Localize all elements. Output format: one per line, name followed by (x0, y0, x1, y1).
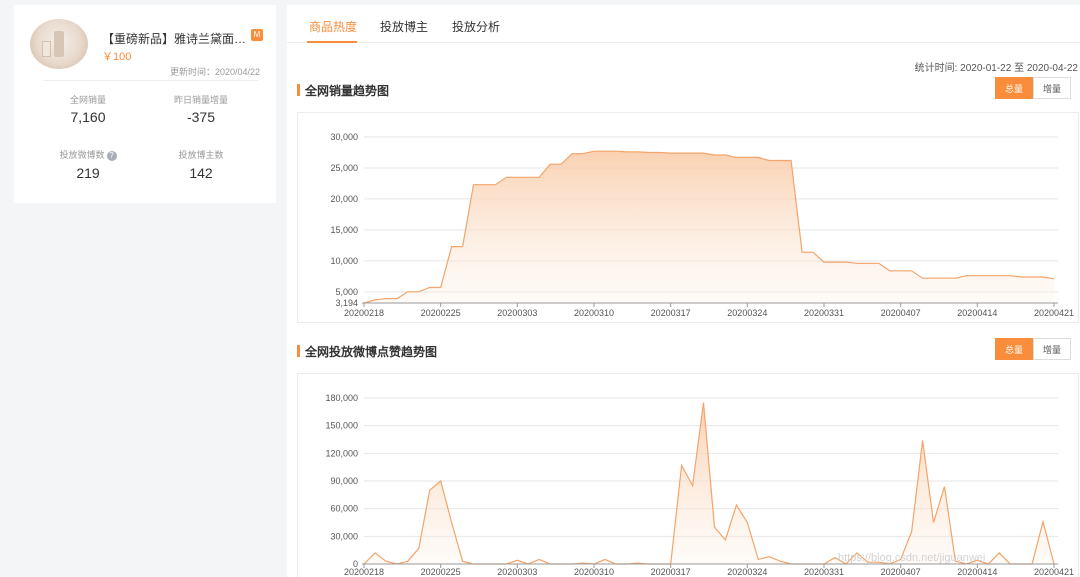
section-title-likes-text: 全网投放微博点赞趋势图 (305, 345, 438, 359)
y-tick-label: 20,000 (330, 194, 358, 204)
section-marker (297, 84, 300, 96)
product-box-shape (42, 41, 51, 57)
x-tick-label: 20200414 (957, 308, 997, 318)
x-tick-label: 20200324 (727, 567, 767, 577)
stat-value-total-sales: 7,160 (70, 109, 106, 125)
product-card[interactable]: 【重磅新品】雅诗兰黛面部... M ￥100 更新时间：2020/04/22 全… (14, 5, 276, 203)
watermark: https://blog.csdn.net/jiguanwei (838, 552, 986, 564)
section-title-sales: 全网销量趋势图 (297, 82, 389, 99)
stat-label-weibo-count-text: 投放微博数 (59, 150, 105, 160)
sales-increase-button[interactable]: 增量 (1033, 77, 1071, 99)
section-title-sales-text: 全网销量趋势图 (305, 84, 390, 98)
x-tick-label: 20200225 (421, 308, 461, 318)
product-price: ￥100 (102, 51, 132, 63)
section-title-likes: 全网投放微博点赞趋势图 (297, 343, 437, 360)
tab-bar: 商品热度 投放博主 投放分析 (287, 5, 1080, 43)
x-tick-label: 20200407 (881, 567, 921, 577)
x-tick-label: 20200310 (574, 308, 614, 318)
likes-chart-box: 0 30,000 60,000 90,000 120,000 150,000 180,000… (297, 373, 1079, 577)
x-tick-label: 20200331 (804, 308, 844, 318)
card-divider (44, 80, 258, 81)
x-tick-label: 20200218 (344, 308, 384, 318)
y-tick-label: 30,000 (330, 531, 358, 541)
active-tab-indicator (307, 41, 357, 43)
sales-trend-chart[interactable]: 3,1945,000 10,000 15,000 20,000 25,000 30,000… (298, 113, 1078, 322)
x-tick-label: 20200303 (497, 308, 537, 318)
stat-label-total-sales: 全网销量 (69, 95, 106, 105)
x-tick-label: 20200324 (727, 308, 767, 318)
likes-increase-button[interactable]: 增量 (1033, 338, 1071, 360)
stat-label-weibo-count: 投放微博数? (38, 148, 138, 161)
likes-total-button[interactable]: 总量 (995, 338, 1033, 360)
product-bottle-shape (54, 31, 64, 57)
y-tick-label: 15,000 (330, 225, 358, 235)
x-tick-label: 20200225 (421, 567, 461, 577)
x-tick-label: 20200421 (1034, 308, 1074, 318)
likes-trend-chart[interactable]: 030,00060,00090,000120,000150,000180,000… (298, 374, 1078, 577)
tab-product-heat[interactable]: 商品热度 (309, 18, 357, 35)
sales-total-button[interactable]: 总量 (995, 77, 1033, 99)
y-tick-label: 3,194 (335, 298, 358, 308)
likes-toggle-group: 总量 增量 (995, 338, 1071, 360)
stat-value-blogger-count: 142 (189, 165, 213, 181)
stat-label-yesterday-increase: 昨日销量增量 (173, 95, 228, 105)
update-time: 更新时间：2020/04/22 (169, 67, 260, 77)
main-panel: 商品热度 投放博主 投放分析 统计时间: 2020-01-22 至 2020-0… (287, 5, 1080, 577)
x-tick-label: 20200218 (344, 567, 384, 577)
y-tick-label: 30,000 (330, 132, 358, 142)
x-tick-label: 20200310 (574, 567, 614, 577)
tab-bloggers[interactable]: 投放博主 (380, 18, 428, 35)
sales-chart-box: 3,194 5,000 10,000 15,000 20,000 25,000 30,000… (297, 112, 1079, 323)
x-tick-label: 20200317 (651, 567, 691, 577)
product-thumbnail[interactable] (30, 19, 88, 69)
y-tick-label: 5,000 (335, 287, 358, 297)
series-area (364, 402, 1054, 564)
y-tick-label: 60,000 (330, 504, 358, 514)
x-tick-label: 20200303 (497, 567, 537, 577)
stat-value-yesterday-increase: -375 (186, 109, 216, 125)
series-area (364, 151, 1054, 303)
x-tick-label: 20200414 (957, 567, 997, 577)
y-tick-label: 180,000 (325, 393, 358, 403)
help-icon[interactable]: ? (106, 150, 117, 161)
y-tick-label: 10,000 (330, 256, 358, 266)
y-tick-label: 25,000 (330, 163, 358, 173)
section-marker (297, 345, 300, 357)
stat-value-weibo-count: 219 (76, 165, 100, 181)
stat-label-blogger-count: 投放博主数 (178, 150, 224, 160)
sales-toggle-group: 总量 增量 (995, 77, 1071, 99)
tab-analysis[interactable]: 投放分析 (452, 18, 500, 35)
y-tick-label: 150,000 (325, 421, 358, 431)
x-tick-label: 20200407 (881, 308, 921, 318)
y-tick-label: 120,000 (325, 448, 358, 458)
x-tick-label: 20200331 (804, 567, 844, 577)
product-title[interactable]: 【重磅新品】雅诗兰黛面部... (102, 30, 247, 47)
stat-time-range: 统计时间: 2020-01-22 至 2020-04-22 (914, 63, 1078, 74)
x-tick-label: 20200317 (651, 308, 691, 318)
y-tick-label: 90,000 (330, 476, 358, 486)
tmall-icon: M (251, 29, 263, 41)
x-tick-label: 20200421 (1034, 567, 1074, 577)
